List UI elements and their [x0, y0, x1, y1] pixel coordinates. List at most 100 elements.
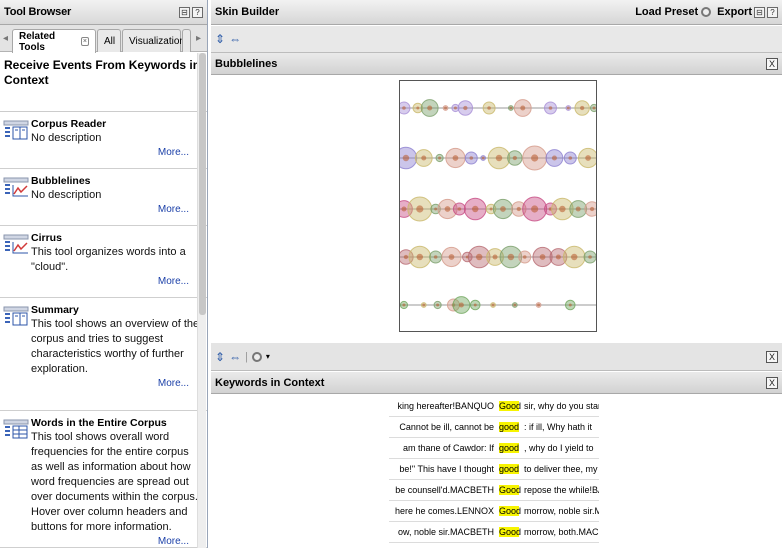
kwic-left-context: am thane of Cawdor: If	[402, 443, 494, 453]
table-icon	[3, 419, 30, 440]
kwic-row[interactable]: king hereafter!BANQUO Good sir, why do you…	[389, 396, 599, 417]
tool-description: This tool organizes words into a "cloud"…	[31, 246, 186, 273]
skin-builder-panel: Skin Builder Load Preset Export ⊟ ? ⇕ ⇔ …	[211, 0, 782, 548]
tab-label: Related Tools	[19, 30, 56, 53]
tool-browser-header: Tool Browser ⊟ ?	[0, 0, 207, 25]
tab-all[interactable]: All	[97, 29, 121, 52]
kwic-right-context: repose the while!BA	[524, 485, 599, 495]
split-horizontal-icon[interactable]: ⇔	[229, 351, 241, 363]
bubblelines-title: Bubblelines	[215, 57, 278, 70]
help-button[interactable]: ?	[767, 6, 778, 18]
more-link[interactable]: More...	[4, 377, 203, 393]
bubble-core	[513, 303, 517, 307]
tab-label: Visualization	[129, 35, 185, 47]
bubble-core	[401, 206, 407, 212]
tab-scroll-right-icon[interactable]: ▸	[196, 33, 201, 44]
kwic-row[interactable]: here he comes.LENNOX Good morrow, noble si…	[389, 501, 599, 522]
tool-browser-panel: Tool Browser ⊟ ? ◂ Related Tools × All V…	[0, 0, 208, 548]
bubble-core	[512, 155, 517, 161]
split-vertical-icon[interactable]: ⇕	[215, 33, 225, 45]
tool-item[interactable]: Bubblelines No description More...	[0, 169, 207, 226]
collapse-button[interactable]: ⊟	[754, 6, 765, 18]
bubble-core	[571, 253, 578, 261]
export-button[interactable]: Export	[717, 6, 752, 18]
tab-close-icon[interactable]: ×	[80, 37, 89, 46]
collapse-button[interactable]: ⊟	[179, 6, 190, 18]
kwic-keyword: good	[499, 422, 520, 432]
kwic-row[interactable]: ow, noble sir.MACBETH Good morrow, both.MA…	[389, 522, 599, 543]
tool-item[interactable]: Summary This tool shows an overview of th…	[0, 298, 207, 411]
book-icon	[3, 306, 30, 327]
tool-name: Cirrus	[31, 232, 62, 244]
tool-item[interactable]: Corpus Reader No description More...	[0, 112, 207, 169]
tool-name: Words in the Entire Corpus	[31, 417, 167, 429]
kwic-right-context: sir, why do you start	[524, 401, 599, 411]
kwic-row[interactable]: Cannot be ill, cannot be good: if ill, Wh…	[389, 417, 599, 438]
chevron-down-icon[interactable]: ▾	[266, 352, 270, 361]
more-link[interactable]: More...	[4, 275, 203, 291]
bubble-core	[481, 156, 485, 160]
bubble-core	[568, 303, 572, 307]
bubble-core	[539, 254, 546, 260]
export-label: Export	[717, 6, 752, 18]
bubble-core	[453, 106, 457, 110]
tab-overflow[interactable]	[182, 29, 191, 52]
bubble-core	[520, 105, 526, 111]
tool-description: No description	[31, 189, 102, 201]
kwic-row[interactable]: am thane of Cawdor: If good , why do I yie…	[389, 438, 599, 459]
kwic-left-context: be counsell'd.MACBETH	[395, 485, 494, 495]
tab-scroll-left-icon[interactable]: ◂	[3, 33, 8, 44]
tool-item[interactable]: Words in the Entire Corpus This tool show…	[0, 411, 207, 548]
tab-visualization[interactable]: Visualization	[122, 29, 185, 52]
more-link[interactable]: More...	[4, 146, 203, 162]
more-link[interactable]: More...	[4, 203, 203, 219]
bubble-core	[585, 155, 591, 161]
close-button[interactable]: X	[766, 376, 778, 389]
kwic-keyword: Good	[499, 506, 522, 516]
tool-description: This tool shows overall word frequencies…	[31, 431, 198, 533]
more-link[interactable]: More...	[4, 535, 203, 548]
kwic-keyword: good	[499, 464, 520, 474]
kwic-row[interactable]: be counsell'd.MACBETH Good repose the whil…	[389, 480, 599, 501]
bubble-core	[500, 206, 506, 212]
scrollbar-thumb[interactable]	[199, 53, 206, 315]
tool-item[interactable]: Cirrus This tool organizes words into a "…	[0, 226, 207, 298]
bubble-core	[475, 253, 483, 261]
bubble-core	[551, 155, 557, 161]
bubble-core	[537, 303, 541, 307]
tool-description: This tool shows an overview of the corpu…	[31, 318, 200, 375]
bubblelines-chart[interactable]	[399, 80, 597, 332]
bubble-core	[444, 206, 451, 212]
split-horizontal-icon[interactable]: ⇔	[229, 33, 241, 45]
kwic-right-context: , why do I yield to	[524, 443, 594, 453]
chart-icon	[3, 234, 30, 255]
bubble-core	[416, 253, 424, 261]
kwic-right-context: morrow, noble sir.M	[524, 506, 599, 516]
close-button[interactable]: X	[766, 350, 778, 363]
split-vertical-icon[interactable]: ⇕	[215, 351, 225, 363]
bubble-core	[473, 303, 477, 307]
help-button[interactable]: ?	[192, 6, 203, 18]
tab-related-tools[interactable]: Related Tools ×	[12, 29, 96, 53]
kwic-row[interactable]: be!" This have I thought good to deliver t…	[389, 459, 599, 480]
kwic-left-context: king hereafter!BANQUO	[397, 401, 494, 411]
related-heading: Receive Events From Keywords in Context	[0, 52, 207, 112]
bubble-core	[434, 207, 438, 211]
load-preset-button[interactable]: Load Preset	[635, 6, 712, 18]
bubble-core	[472, 205, 479, 213]
bubble-core	[531, 154, 539, 162]
bubble-core	[489, 207, 493, 211]
bubble-core	[509, 106, 513, 110]
tool-list: Corpus Reader No description More... Bubble…	[0, 112, 207, 548]
scrollbar[interactable]	[197, 53, 206, 548]
bubble-core	[402, 106, 406, 110]
bubble-core	[495, 154, 503, 162]
bubble-core	[422, 303, 426, 307]
gear-icon[interactable]	[251, 351, 262, 362]
kwic-right-context: : if ill, Why hath it	[524, 422, 593, 432]
tab-bar: ◂ Related Tools × All Visualization ▸	[0, 25, 207, 53]
bubblelines-svg	[400, 99, 596, 314]
toolbar-separator: |	[245, 350, 248, 363]
close-button[interactable]: X	[766, 57, 778, 70]
bubble-core	[416, 205, 424, 213]
